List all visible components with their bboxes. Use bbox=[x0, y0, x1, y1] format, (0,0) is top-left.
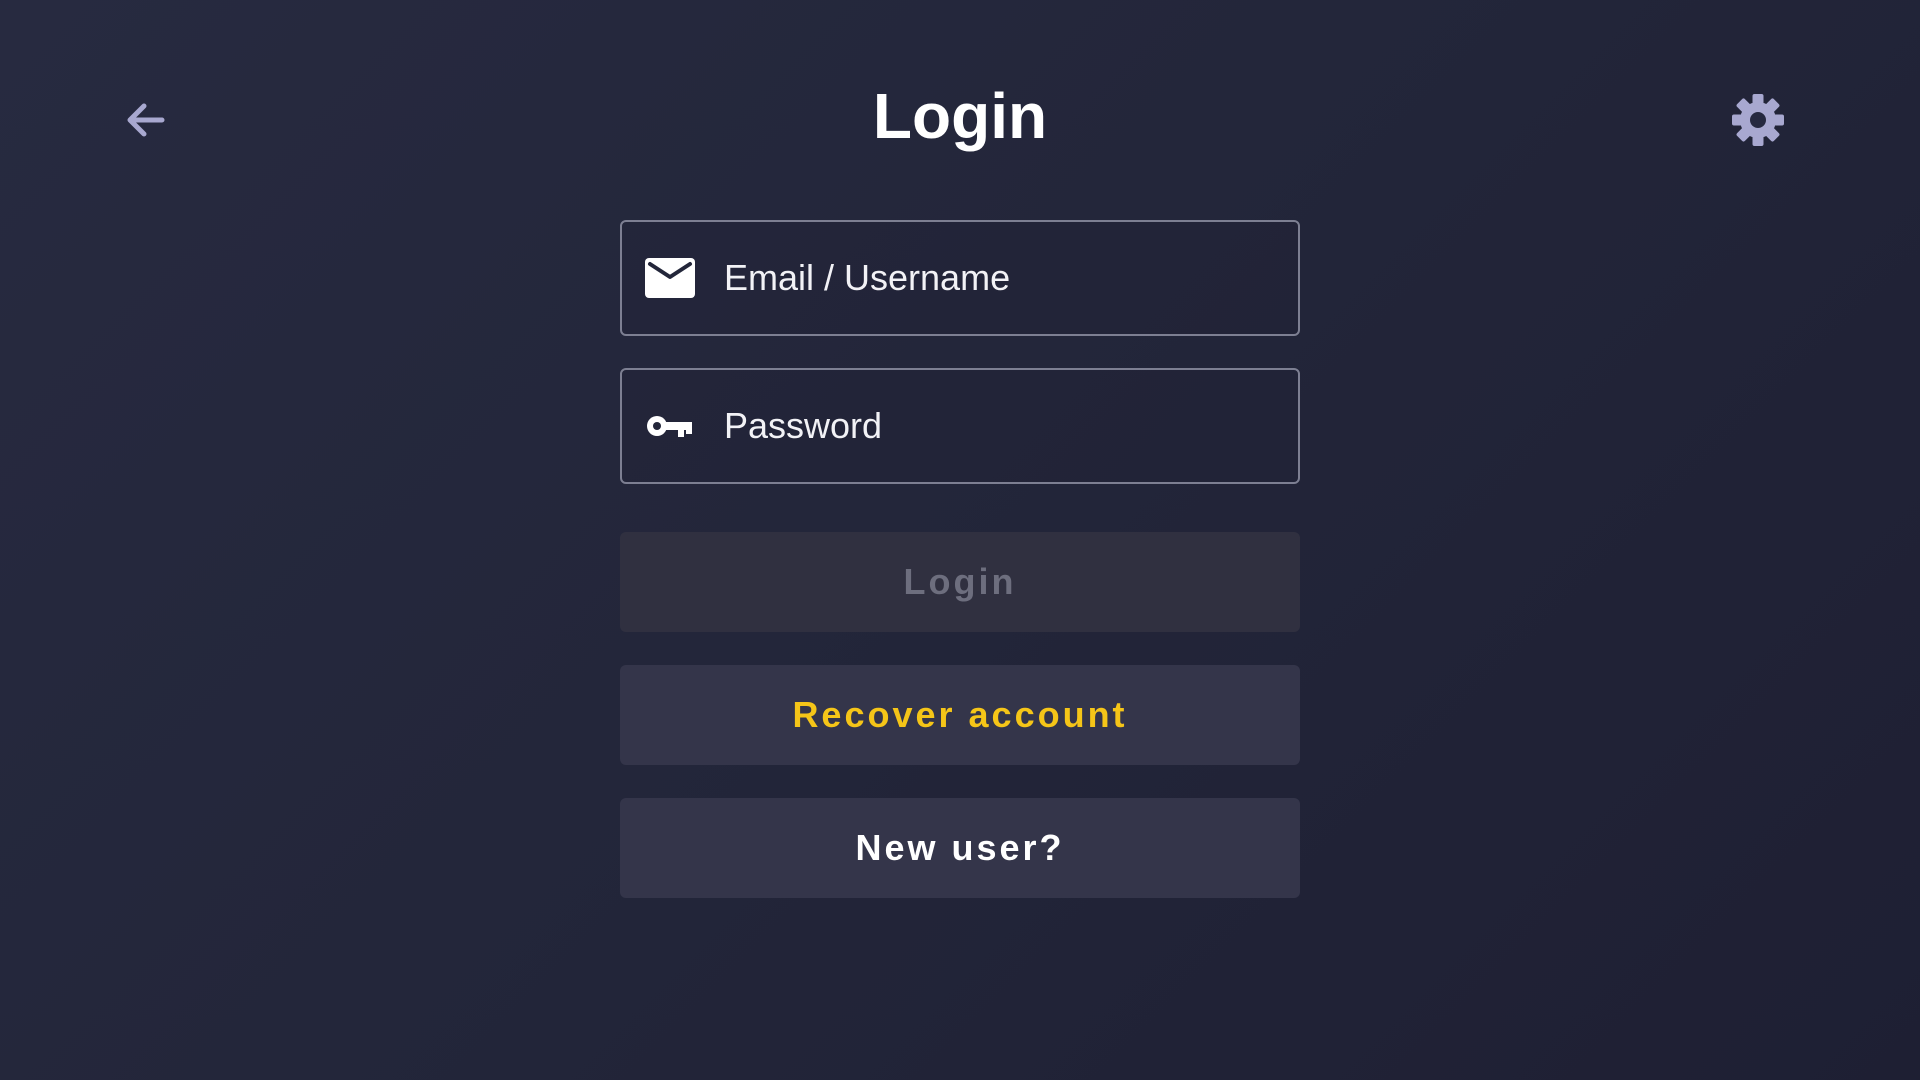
settings-button[interactable] bbox=[1728, 92, 1788, 152]
password-input[interactable] bbox=[724, 396, 1278, 456]
login-form: Login Recover account New user? bbox=[620, 220, 1300, 898]
mail-icon bbox=[644, 252, 696, 304]
email-input[interactable] bbox=[724, 248, 1278, 308]
page-title: Login bbox=[872, 80, 1048, 152]
password-field[interactable] bbox=[620, 368, 1300, 484]
login-button[interactable]: Login bbox=[620, 532, 1300, 632]
email-field[interactable] bbox=[620, 220, 1300, 336]
new-user-button[interactable]: New user? bbox=[620, 798, 1300, 898]
key-icon bbox=[644, 400, 696, 452]
gear-icon bbox=[1731, 93, 1785, 152]
recover-account-button[interactable]: Recover account bbox=[620, 665, 1300, 765]
